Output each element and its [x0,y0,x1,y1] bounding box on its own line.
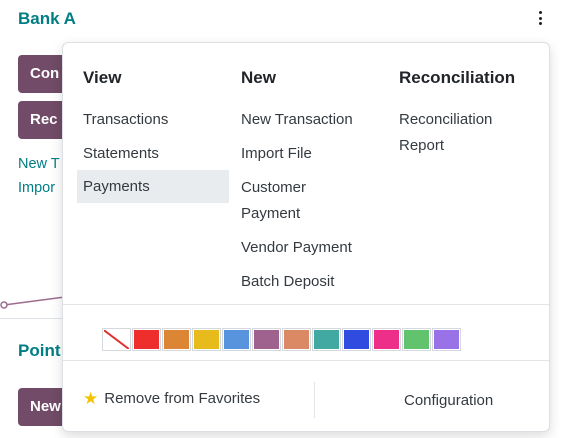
color-swatch[interactable] [222,328,251,351]
menu-item-import-file[interactable]: Import File [241,141,312,167]
color-swatch[interactable] [432,328,461,351]
footer-divider [314,382,315,418]
new-heading: New [241,68,276,87]
remove-from-favorites-button[interactable]: ★ Remove from Favorites [83,390,260,407]
menu-item-vendor-payment[interactable]: Vendor Payment [241,235,352,261]
color-swatch[interactable] [342,328,371,351]
menu-item-batch-deposit[interactable]: Batch Deposit [241,269,334,295]
journal-dropdown-menu: View New Reconciliation Transactions Sta… [62,42,550,432]
color-swatch[interactable] [162,328,191,351]
divider [0,318,70,319]
favorite-label: Remove from Favorites [104,390,261,407]
menu-item-customer-payment-line2[interactable]: Payment [241,201,300,227]
menu-item-transactions[interactable]: Transactions [77,107,229,133]
menu-item-payments[interactable]: Payments [77,170,229,203]
menu-divider-bottom [63,360,549,361]
menu-item-reconciliation-report-line2[interactable]: Report [399,133,444,159]
color-picker [102,328,461,351]
color-swatch[interactable] [192,328,221,351]
color-swatch[interactable] [282,328,311,351]
reconciliation-heading: Reconciliation [399,68,516,87]
kebab-menu-icon[interactable] [535,9,545,27]
color-swatch[interactable] [132,328,161,351]
section-title[interactable]: Point [18,341,61,361]
color-swatch[interactable] [372,328,401,351]
dashboard-stage: Bank A Con Rec New T Impor Point New Vie… [0,0,564,438]
import-link[interactable]: Impor [18,180,55,196]
view-heading: View [83,68,122,87]
color-swatch[interactable] [252,328,281,351]
star-icon: ★ [83,389,99,408]
menu-item-reconciliation-report[interactable]: Reconciliation [399,107,492,133]
new-transaction-link[interactable]: New T [18,156,60,172]
color-swatch[interactable] [402,328,431,351]
menu-item-customer-payment[interactable]: Customer [241,175,306,201]
menu-divider [63,304,549,305]
menu-item-new-transaction[interactable]: New Transaction [241,107,353,133]
journal-title[interactable]: Bank A [18,9,76,29]
menu-item-statements[interactable]: Statements [77,141,229,167]
configuration-button[interactable]: Configuration [404,392,493,409]
color-swatch-none[interactable] [102,328,131,351]
color-swatch[interactable] [312,328,341,351]
